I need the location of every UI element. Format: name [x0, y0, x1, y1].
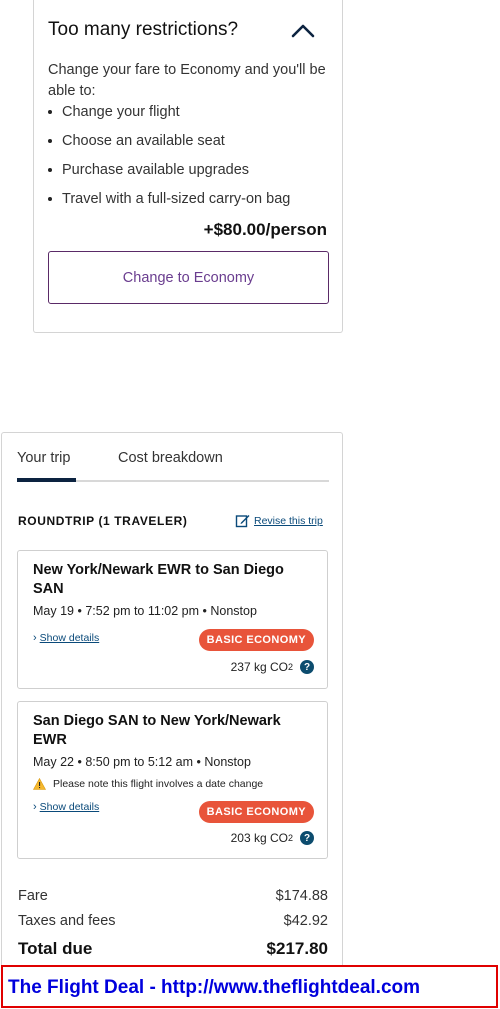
flight-route: San Diego SAN to New York/Newark EWR — [33, 713, 281, 748]
date-change-warning: Please note this flight involves a date … — [33, 778, 263, 790]
flight-times: May 19 • 7:52 pm to 11:02 pm • Nonstop — [33, 604, 257, 618]
taxes-row: Taxes and fees $42.92 — [18, 913, 328, 929]
warning-icon — [33, 778, 46, 790]
bullet — [48, 168, 52, 172]
restrictions-title: Too many restrictions? — [48, 19, 239, 40]
co2-emissions: 237 kg CO 2 ? — [231, 660, 314, 674]
restrictions-card: Too many restrictions? Change your fare … — [33, 0, 343, 333]
flight-segment-return: San Diego SAN to New York/Newark EWR May… — [17, 701, 328, 859]
benefit-item: Purchase available upgrades — [48, 159, 290, 188]
flight-route: New York/Newark EWR to San Diego SAN — [33, 562, 284, 597]
bullet — [48, 139, 52, 143]
show-details-link[interactable]: › Show details — [33, 632, 99, 644]
show-details-label: Show details — [39, 632, 100, 644]
co2-emissions: 203 kg CO 2 ? — [231, 831, 314, 845]
benefit-text: Change your flight — [62, 104, 180, 120]
benefit-item: Choose an available seat — [48, 130, 290, 159]
upgrade-price: +$80.00/person — [203, 220, 327, 239]
flight-segment-outbound: New York/Newark EWR to San Diego SAN May… — [17, 550, 328, 689]
chevron-right-icon: › — [33, 801, 37, 813]
watermark-text: The Flight Deal - http://www.theflightde… — [8, 977, 421, 998]
fare-value: $174.88 — [275, 888, 328, 904]
watermark-banner: The Flight Deal - http://www.theflightde… — [1, 965, 498, 1008]
collapse-button[interactable] — [289, 18, 317, 42]
tab-cost-breakdown[interactable]: Cost breakdown — [118, 450, 223, 466]
show-details-link[interactable]: › Show details — [33, 801, 99, 813]
trip-summary-card: Your trip Cost breakdown ROUNDTRIP (1 TR… — [1, 432, 343, 972]
change-to-economy-button[interactable]: Change to Economy — [48, 251, 329, 304]
show-details-label: Show details — [39, 801, 100, 813]
co2-value: 203 kg CO — [230, 831, 288, 845]
fare-class-badge: BASIC ECONOMY — [198, 801, 314, 823]
total-value: $217.80 — [266, 939, 328, 958]
benefit-item: Change your flight — [48, 101, 290, 130]
question-icon[interactable]: ? — [300, 660, 314, 674]
co2-subscript: 2 — [287, 662, 293, 672]
chevron-right-icon: › — [33, 632, 37, 644]
tab-your-trip[interactable]: Your trip — [17, 450, 70, 466]
revise-trip-label: Revise this trip — [254, 514, 323, 527]
benefit-item: Travel with a full-sized carry-on bag — [48, 188, 290, 217]
chevron-up-icon — [291, 24, 315, 38]
fare-label: Fare — [18, 888, 48, 904]
flight-times: May 22 • 8:50 pm to 5:12 am • Nonstop — [33, 755, 251, 769]
warning-text: Please note this flight involves a date … — [53, 778, 264, 790]
trip-type-header: ROUNDTRIP (1 TRAVELER) — [18, 514, 188, 528]
tab-bar: Your trip Cost breakdown — [17, 450, 329, 482]
question-icon[interactable]: ? — [300, 831, 314, 845]
edit-icon — [235, 515, 250, 528]
restrictions-intro: Change your fare to Economy and you'll b… — [48, 62, 326, 99]
co2-subscript: 2 — [287, 833, 293, 843]
benefit-text: Choose an available seat — [62, 133, 225, 149]
total-row: Total due $217.80 — [18, 939, 328, 959]
benefit-text: Travel with a full-sized carry-on bag — [62, 191, 291, 207]
revise-trip-link[interactable]: Revise this trip — [235, 513, 323, 528]
taxes-value: $42.92 — [283, 913, 328, 929]
co2-value: 237 kg CO — [230, 660, 288, 674]
active-tab-indicator — [17, 478, 76, 482]
total-label: Total due — [18, 939, 93, 958]
fare-class-badge: BASIC ECONOMY — [198, 629, 314, 651]
bullet — [48, 197, 52, 201]
bullet — [48, 110, 52, 114]
taxes-label: Taxes and fees — [18, 913, 116, 929]
benefit-text: Purchase available upgrades — [62, 162, 250, 178]
fare-row: Fare $174.88 — [18, 888, 328, 904]
benefit-list: Change your flight Choose an available s… — [48, 101, 290, 217]
